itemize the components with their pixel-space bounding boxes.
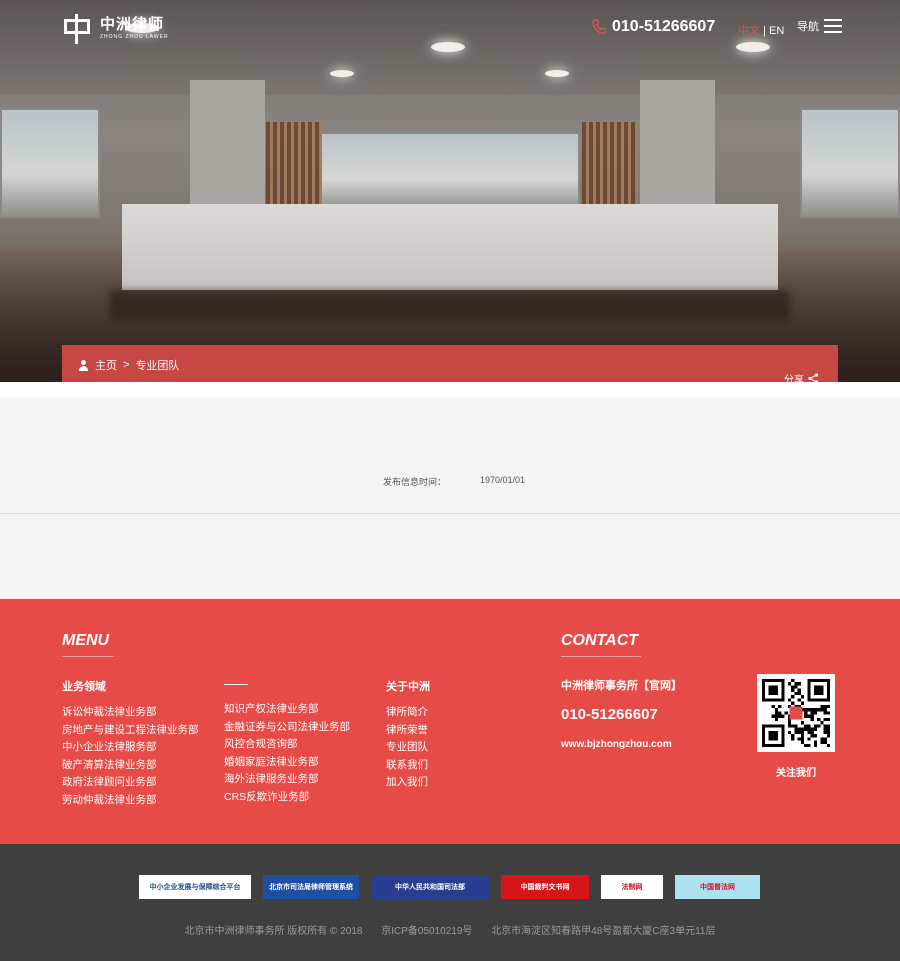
partner-link-logo[interactable]: 法制网 <box>601 875 663 899</box>
footer-link[interactable]: 破产清算法律业务部 <box>62 757 199 775</box>
qr-label: 关注我们 <box>776 768 816 779</box>
header-phone[interactable]: 010-51266607 <box>592 18 715 36</box>
article-content: 发布信息时间： 1970/01/01 <box>0 397 900 599</box>
partner-link-logo[interactable]: 中小企业发展与保障综合平台 <box>139 875 251 899</box>
col-divider-dash <box>224 684 248 685</box>
footer-link[interactable]: CRS反欺诈业务部 <box>224 789 350 807</box>
hamburger-icon <box>824 19 842 33</box>
footer-link[interactable]: 律所简介 <box>386 704 428 722</box>
publish-meta: 发布信息时间： 1970/01/01 <box>383 475 525 488</box>
copyright: 北京市中洲律师事务所 版权所有 © 2018 京ICP备05010219号 北京… <box>0 922 900 937</box>
ceiling-light <box>330 70 354 77</box>
footer-link[interactable]: 知识产权法律业务部 <box>224 701 350 719</box>
copyright-owner: 北京市中洲律师事务所 版权所有 © 2018 <box>184 926 363 937</box>
window <box>320 132 580 212</box>
site-footer: MENU CONTACT 业务领域 诉讼仲裁法律业务部 房地产与建设工程法律业务… <box>0 599 900 844</box>
footer-link[interactable]: 金融证券与公司法律业务部 <box>224 719 350 737</box>
col-about-title: 关于中洲 <box>386 681 430 693</box>
footer-link[interactable]: 政府法律顾问业务部 <box>62 774 199 792</box>
footer-link[interactable]: 诉讼仲裁法律业务部 <box>62 704 199 722</box>
footer-link[interactable]: 加入我们 <box>386 774 428 792</box>
qr-code-image <box>762 679 830 747</box>
business-list-2: 知识产权法律业务部 金融证券与公司法律业务部 风控合规咨询部 婚姻家庭法律业务部… <box>224 701 350 806</box>
breadcrumb-bar: 主页 > 专业团队 分享 <box>62 345 838 382</box>
footer-link[interactable]: 房地产与建设工程法律业务部 <box>62 722 199 740</box>
window <box>800 108 900 218</box>
share-label: 分享 <box>784 375 804 382</box>
phone-icon <box>592 19 606 35</box>
partner-link-logo[interactable]: 中国普法网 <box>675 875 760 899</box>
about-list: 律所简介 律所荣誉 专业团队 联系我们 加入我们 <box>386 704 428 792</box>
ceiling-light <box>431 42 465 52</box>
share-icon <box>808 373 819 382</box>
footer-link[interactable]: 风控合规咨询部 <box>224 736 350 754</box>
footer-link[interactable]: 婚姻家庭法律业务部 <box>224 754 350 772</box>
breadcrumb: 主页 > 专业团队 <box>78 357 179 373</box>
wine-shelf <box>582 122 638 204</box>
bottom-bar: 中小企业发展与保障综合平台 北京市司法局律师管理系统 中华人民共和国司法部 中国裁判文… <box>0 844 900 961</box>
publish-label: 发布信息时间： <box>383 477 447 487</box>
ceiling-light <box>736 42 770 52</box>
footer-link[interactable]: 律所荣誉 <box>386 722 428 740</box>
lang-separator: | <box>763 25 766 37</box>
partner-link-logo[interactable]: 中华人民共和国司法部 <box>371 875 489 899</box>
footer-link[interactable]: 海外法律服务业务部 <box>224 771 350 789</box>
partner-link-logo[interactable]: 中国裁判文书网 <box>501 875 589 899</box>
desk-shadow <box>110 290 790 320</box>
partner-links: 中小企业发展与保障综合平台 北京市司法局律师管理系统 中华人民共和国司法部 中国裁判文… <box>139 875 760 899</box>
footer-link[interactable]: 中小企业法律服务部 <box>62 739 199 757</box>
share-button[interactable]: 分享 <box>784 371 819 382</box>
partner-link-logo[interactable]: 北京市司法局律师管理系统 <box>263 875 359 899</box>
menu-section-title: MENU <box>62 632 114 657</box>
logo-icon <box>62 14 92 44</box>
logo-text: 中洲律师 <box>100 16 165 33</box>
icp-number[interactable]: 京ICP备05010219号 <box>381 926 472 937</box>
wechat-qr-code <box>757 674 835 752</box>
lang-cn-link[interactable]: 中文 <box>738 25 760 37</box>
hero-banner: 中洲律师 ZHONG ZHOU LAWER 010-51266607 中文 | … <box>0 0 900 382</box>
nav-menu-button[interactable]: 导航 <box>797 18 842 34</box>
content-divider <box>0 513 900 514</box>
col-business-title: 业务领域 <box>62 681 106 693</box>
footer-link[interactable]: 专业团队 <box>386 739 428 757</box>
contact-website[interactable]: www.bjzhongzhou.com <box>561 739 672 750</box>
footer-link[interactable]: 联系我们 <box>386 757 428 775</box>
contact-section-title: CONTACT <box>561 632 641 657</box>
ceiling-light <box>545 70 569 77</box>
wine-shelf <box>266 122 322 204</box>
publish-date: 1970/01/01 <box>480 475 526 485</box>
site-logo[interactable]: 中洲律师 ZHONG ZHOU LAWER <box>62 14 169 44</box>
address: 北京市海淀区知春路甲48号盈都大厦C座3单元11层 <box>491 926 716 937</box>
header-phone-number: 010-51266607 <box>612 18 716 35</box>
user-icon <box>78 359 89 371</box>
language-switch: 中文 | EN <box>738 22 784 38</box>
contact-firm-name: 中洲律师事务所【官网】 <box>561 680 682 692</box>
footer-link[interactable]: 劳动仲裁法律业务部 <box>62 792 199 810</box>
contact-phone[interactable]: 010-51266607 <box>561 706 658 723</box>
business-list: 诉讼仲裁法律业务部 房地产与建设工程法律业务部 中小企业法律服务部 破产清算法律… <box>62 704 199 809</box>
nav-label: 导航 <box>797 21 819 33</box>
breadcrumb-home[interactable]: 主页 <box>95 357 117 373</box>
lang-en-link[interactable]: EN <box>769 25 784 37</box>
window <box>0 108 100 218</box>
reception-desk <box>122 204 778 290</box>
breadcrumb-separator: > <box>123 359 130 371</box>
breadcrumb-current[interactable]: 专业团队 <box>135 357 179 373</box>
logo-subtext: ZHONG ZHOU LAWER <box>100 34 169 40</box>
